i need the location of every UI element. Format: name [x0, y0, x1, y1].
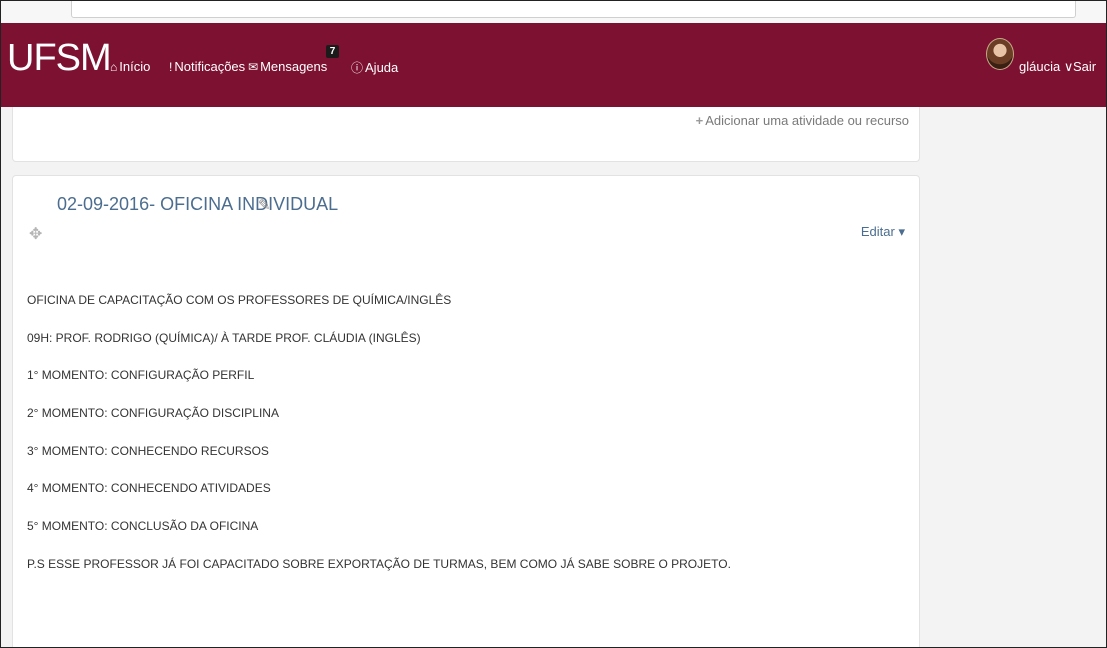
help-circle-icon: ⓘ	[351, 61, 364, 75]
summary-line: 4° MOMENTO: CONHECENDO ATIVIDADES	[27, 481, 271, 496]
chevron-down-icon: ∨	[1063, 59, 1074, 74]
nav-link-inicio[interactable]: ⌂ Início	[110, 59, 150, 74]
summary-line: 2° MOMENTO: CONFIGURAÇÃO DISCIPLINA	[27, 406, 279, 421]
pencil-icon[interactable]: ✎	[258, 196, 271, 214]
messages-badge: 7	[325, 45, 340, 58]
brand-logo[interactable]: UFSM	[7, 37, 112, 80]
user-avatar[interactable]	[986, 38, 1014, 70]
add-activity-link[interactable]: + Adicionar uma atividade ou recurso	[696, 113, 909, 128]
nav-link-label: Ajuda	[365, 60, 399, 75]
nav-link-label: Notificações	[174, 59, 246, 74]
section-card: ✥ 02-09-2016- OFICINA INDIVIDUAL ✎ Edita…	[12, 175, 920, 647]
edit-label: Editar	[860, 224, 895, 239]
nav-link-mensagens[interactable]: ✉ Mensagens 7	[248, 45, 340, 74]
top-navbar: UFSM ⌂ Início ! Notificações ✉ Mensagens 7 …	[1, 23, 1106, 107]
logout-link[interactable]: Sair	[1073, 59, 1096, 74]
edit-menu-button[interactable]: Editar ▾	[861, 224, 905, 240]
top-strip-panel	[71, 1, 1076, 18]
nav-link-label: Início	[119, 59, 151, 74]
plus-icon: +	[695, 113, 704, 128]
move-icon[interactable]: ✥	[29, 224, 42, 244]
user-name: gláucia	[1019, 59, 1061, 74]
summary-line: P.S ESSE PROFESSOR JÁ FOI CAPACITADO SOB…	[27, 556, 731, 571]
nav-link-ajuda[interactable]: ⓘ Ajuda	[351, 59, 398, 76]
top-strip	[1, 1, 1106, 23]
summary-line: 3° MOMENTO: CONHECENDO RECURSOS	[27, 443, 269, 458]
section-title[interactable]: 02-09-2016- OFICINA INDIVIDUAL	[57, 194, 338, 215]
caret-down-icon: ▾	[898, 224, 905, 239]
user-menu[interactable]: gláucia ∨	[1019, 59, 1073, 75]
add-activity-label: Adicionar uma atividade ou recurso	[705, 113, 909, 128]
home-icon: ⌂	[110, 60, 118, 74]
nav-link-notificacoes[interactable]: ! Notificações	[169, 59, 245, 74]
previous-section-card: + Adicionar uma atividade ou recurso	[12, 107, 920, 162]
exclamation-icon: !	[169, 60, 173, 74]
summary-line: 5° MOMENTO: CONCLUSÃO DA OFICINA	[27, 519, 259, 534]
browser-viewport: UFSM ⌂ Início ! Notificações ✉ Mensagens 7 …	[0, 0, 1107, 648]
summary-line: OFICINA DE CAPACITAÇÃO COM OS PROFESSORE…	[27, 293, 452, 307]
summary-line: 09H: PROF. RODRIGO (QUÍMICA)/ À TARDE PR…	[27, 330, 421, 345]
section-summary: OFICINA DE CAPACITAÇÃO COM OS PROFESSORE…	[27, 293, 907, 595]
envelope-icon: ✉	[248, 60, 259, 74]
summary-line: 1° MOMENTO: CONFIGURAÇÃO PERFIL	[27, 368, 255, 383]
nav-link-label: Mensagens	[260, 59, 328, 74]
